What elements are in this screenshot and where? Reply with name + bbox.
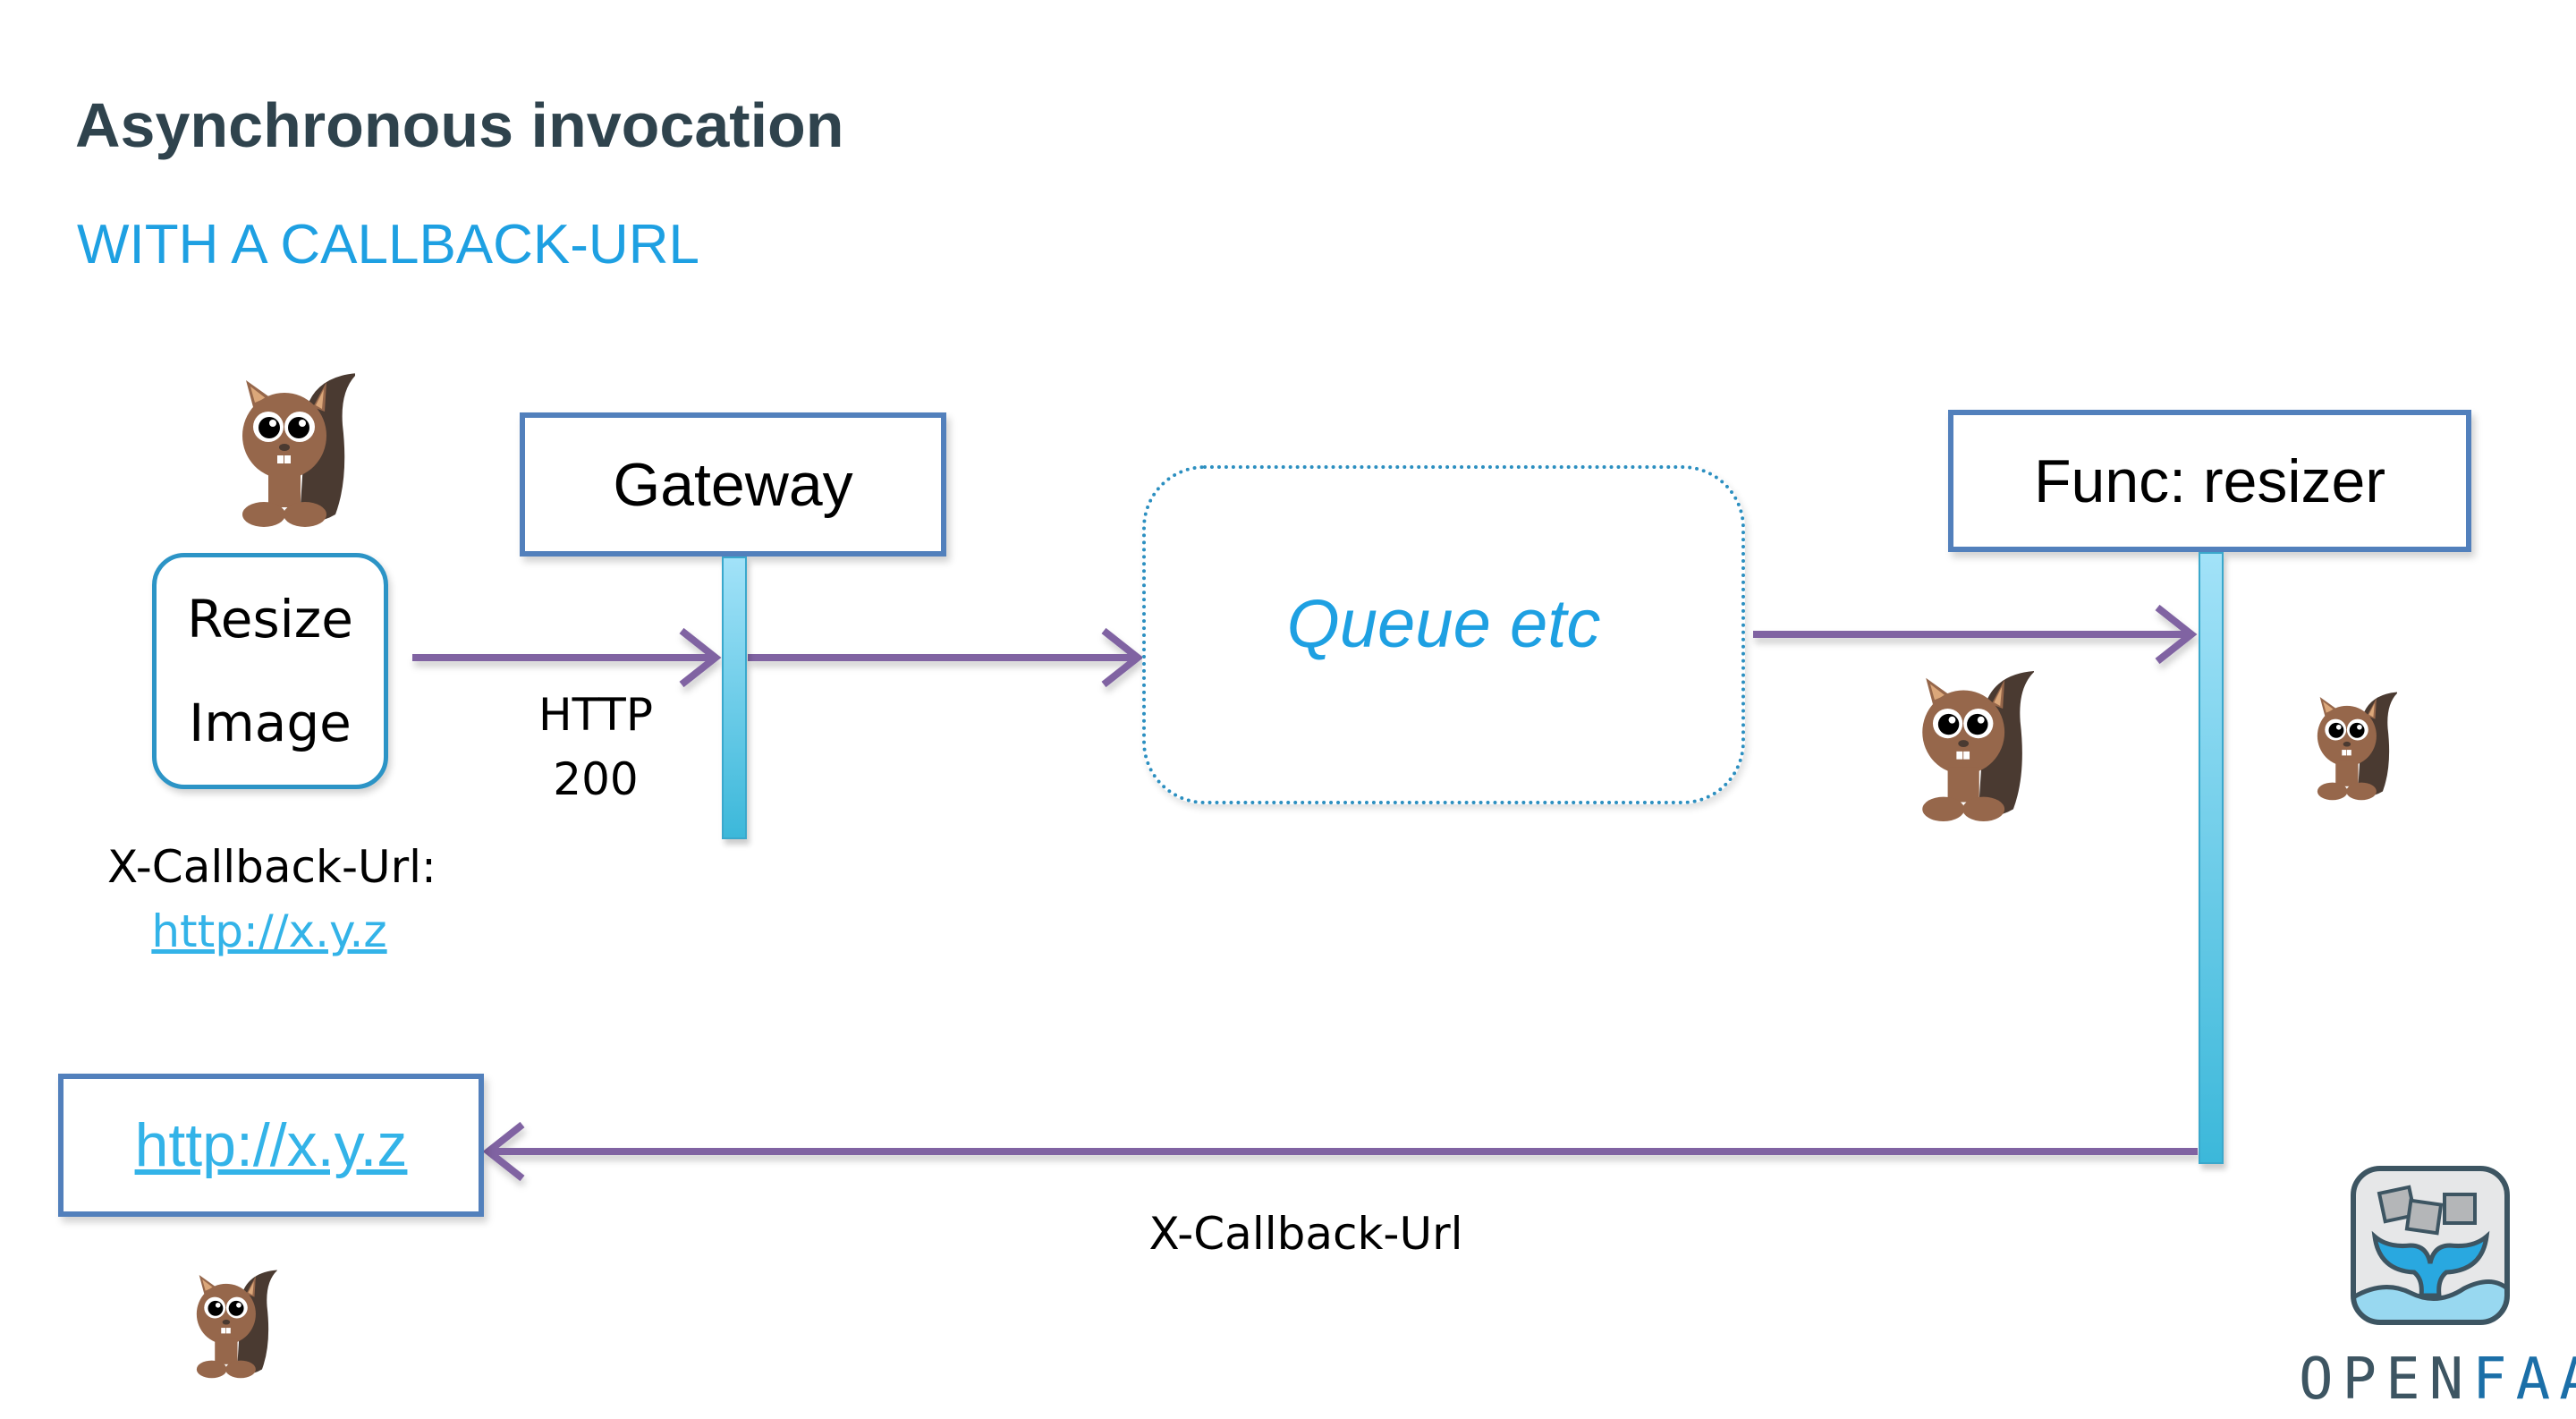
client-resize-image-box: Resize Image <box>152 553 388 789</box>
openfaas-logo-icon <box>2351 1166 2510 1325</box>
callback-target-box: http://x.y.z <box>58 1074 484 1217</box>
callback-header-link[interactable]: http://x.y.z <box>107 905 431 957</box>
squirrel-icon <box>2317 692 2397 801</box>
function-lifeline <box>2199 552 2224 1164</box>
arrow-function-to-callback <box>482 1121 2198 1182</box>
arrow-gateway-to-queue <box>748 627 1144 688</box>
function-box: Func: resizer <box>1948 410 2471 552</box>
queue-box: Queue etc <box>1142 465 1745 804</box>
wordmark-open: OPEN <box>2299 1347 2473 1413</box>
wordmark-faas: FAAS <box>2472 1347 2576 1413</box>
callback-target-link[interactable]: http://x.y.z <box>135 1110 408 1180</box>
client-label-line1: Resize <box>187 589 353 650</box>
openfaas-wordmark: OPENFAAS <box>2299 1347 2576 1413</box>
squirrel-icon <box>196 1270 277 1379</box>
gateway-lifeline <box>722 557 747 839</box>
client-label-line2: Image <box>189 693 352 753</box>
callback-header-label: X-Callback-Url: <box>107 841 436 893</box>
arrow-client-to-gateway <box>412 627 722 688</box>
squirrel-icon <box>242 373 355 527</box>
function-label: Func: resizer <box>2034 446 2385 515</box>
arrow-queue-to-function <box>1753 604 2198 665</box>
http-status-line1: HTTP <box>538 689 653 741</box>
http-status-line2: 200 <box>553 753 639 805</box>
gateway-box: Gateway <box>520 412 946 557</box>
gateway-label: Gateway <box>613 450 853 519</box>
queue-label: Queue etc <box>1286 586 1601 662</box>
return-arrow-label: X-Callback-Url <box>1148 1208 1463 1260</box>
squirrel-icon <box>1922 671 2034 822</box>
